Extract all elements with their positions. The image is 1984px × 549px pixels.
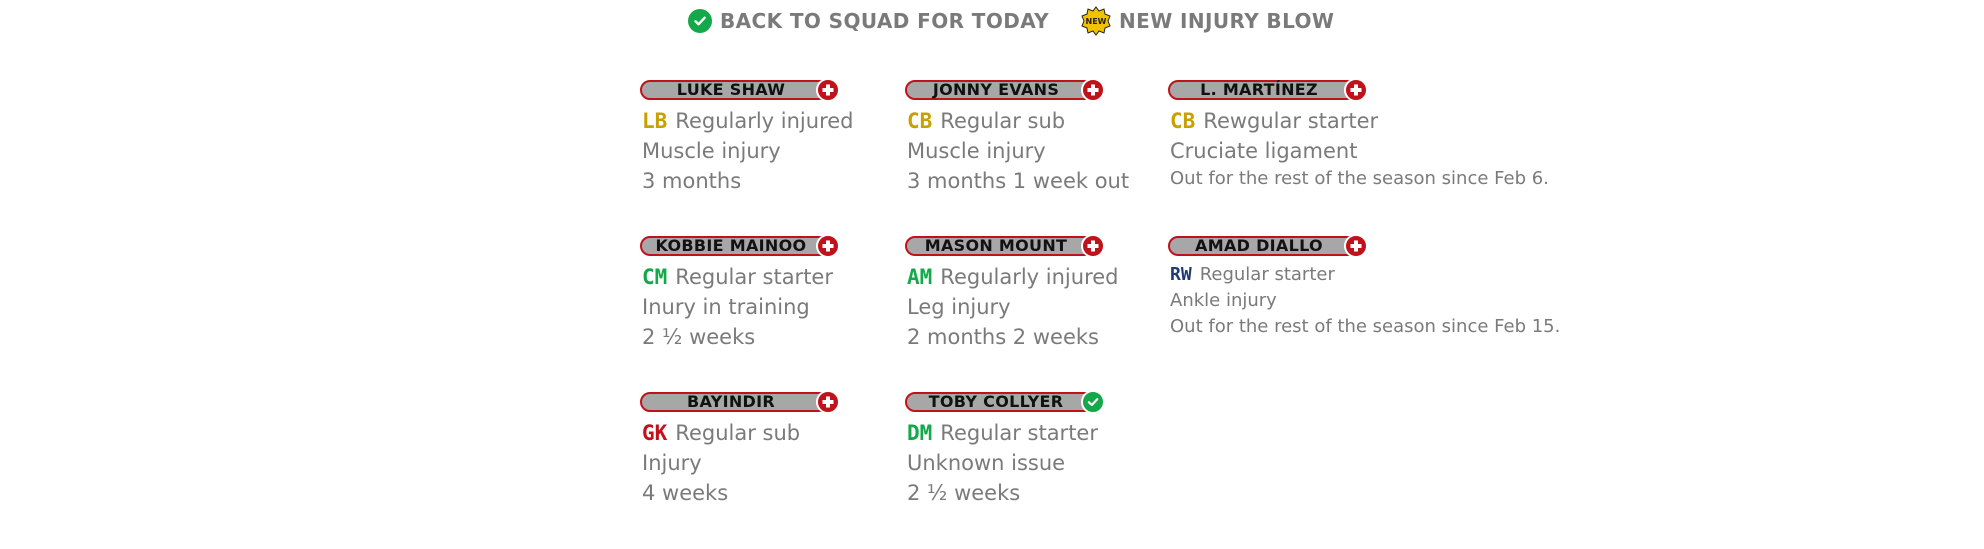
player-details: RW Regular starter Ankle injury Out for the… bbox=[1168, 262, 1561, 340]
player-duration: 2 ½ weeks bbox=[642, 325, 756, 349]
player-role: Regularly injured bbox=[675, 109, 854, 133]
player-injury: Cruciate ligament bbox=[1170, 139, 1358, 163]
player-name-pill: L. MARTÍNEZ bbox=[1168, 78, 1368, 102]
player-details: DM Regular starter Unknown issue 2 ½ weeks bbox=[905, 418, 1165, 508]
plus-icon bbox=[816, 78, 840, 102]
player-duration: 2 ½ weeks bbox=[907, 481, 1021, 505]
player-name-pill: TOBY COLLYER bbox=[905, 390, 1105, 414]
legend-new-injury: NEW NEW INJURY BLOW bbox=[1081, 6, 1334, 36]
player-name: L. MARTÍNEZ bbox=[1200, 80, 1318, 99]
player-duration: 3 months 1 week out bbox=[907, 169, 1130, 193]
plus-icon bbox=[1344, 234, 1368, 258]
plus-icon bbox=[816, 234, 840, 258]
legend-new-label: NEW INJURY BLOW bbox=[1119, 9, 1335, 33]
player-role-line: LB Regularly injured bbox=[642, 106, 900, 136]
plus-icon bbox=[816, 390, 840, 414]
player-role: Regularly injured bbox=[940, 265, 1119, 289]
player-role-line: RW Regular starter bbox=[1170, 262, 1428, 288]
plus-icon bbox=[1344, 78, 1368, 102]
legend: BACK TO SQUAD FOR TODAY NEW NEW INJURY B… bbox=[0, 0, 1984, 44]
player-details: AM Regularly injured Leg injury 2 months 2 … bbox=[905, 262, 1165, 352]
player-card: TOBY COLLYER DM Regular starter Unknown iss… bbox=[905, 390, 1165, 508]
player-injury: Injury bbox=[642, 451, 702, 475]
player-card: LUKE SHAW LB Regularly injured Muscle injur… bbox=[640, 78, 900, 196]
new-badge-text: NEW bbox=[1086, 17, 1107, 26]
player-position: AM bbox=[907, 265, 933, 289]
player-position: GK bbox=[642, 421, 668, 445]
player-injury: Muscle injury bbox=[907, 139, 1046, 163]
player-details: CB Rewgular starter Cruciate ligament Out f… bbox=[1168, 106, 1549, 192]
player-position: DM bbox=[907, 421, 933, 445]
player-name-pill: KOBBIE MAINOO bbox=[640, 234, 840, 258]
player-card: KOBBIE MAINOO CM Regular starter Inury in t… bbox=[640, 234, 900, 352]
legend-back-label: BACK TO SQUAD FOR TODAY bbox=[720, 9, 1050, 33]
player-name: KOBBIE MAINOO bbox=[655, 236, 807, 255]
player-injury: Leg injury bbox=[907, 295, 1011, 319]
player-details: GK Regular sub Injury 4 weeks bbox=[640, 418, 900, 508]
player-role: Regular starter bbox=[940, 421, 1098, 445]
player-card: AMAD DIALLO RW Regular starter Ankle injury… bbox=[1168, 234, 1561, 340]
player-card: JONNY EVANS CB Regular sub Muscle injury 3 m… bbox=[905, 78, 1165, 196]
player-name-pill: BAYINDIR bbox=[640, 390, 840, 414]
player-duration: 4 weeks bbox=[642, 481, 729, 505]
check-circle-icon bbox=[688, 9, 712, 33]
check-icon bbox=[1081, 390, 1105, 414]
player-name-pill: LUKE SHAW bbox=[640, 78, 840, 102]
player-role-line: CB Regular sub bbox=[907, 106, 1165, 136]
player-duration: 3 months bbox=[642, 169, 742, 193]
player-name-pill: AMAD DIALLO bbox=[1168, 234, 1368, 258]
player-position: CB bbox=[1170, 109, 1196, 133]
new-badge-icon: NEW bbox=[1081, 6, 1111, 36]
player-details: LB Regularly injured Muscle injury 3 months bbox=[640, 106, 900, 196]
player-role: Regular sub bbox=[675, 421, 801, 445]
player-injury: Muscle injury bbox=[642, 139, 781, 163]
player-card: MASON MOUNT AM Regularly injured Leg injury… bbox=[905, 234, 1165, 352]
player-name-pill: JONNY EVANS bbox=[905, 78, 1105, 102]
player-role: Regular starter bbox=[1199, 264, 1335, 285]
player-name: AMAD DIALLO bbox=[1195, 236, 1323, 255]
player-role: Rewgular starter bbox=[1203, 109, 1379, 133]
player-role-line: DM Regular starter bbox=[907, 418, 1165, 448]
player-role-line: AM Regularly injured bbox=[907, 262, 1165, 292]
player-role: Regular sub bbox=[940, 109, 1066, 133]
player-position: RW bbox=[1170, 264, 1192, 285]
player-name: MASON MOUNT bbox=[924, 236, 1068, 255]
player-duration: Out for the rest of the season since Feb… bbox=[1170, 168, 1549, 189]
player-details: CB Regular sub Muscle injury 3 months 1 wee… bbox=[905, 106, 1165, 196]
player-name: BAYINDIR bbox=[687, 392, 775, 411]
player-injury: Ankle injury bbox=[1170, 290, 1277, 311]
player-position: LB bbox=[642, 109, 668, 133]
player-details: CM Regular starter Inury in training 2 ½ we… bbox=[640, 262, 900, 352]
plus-icon bbox=[1081, 78, 1105, 102]
player-name: TOBY COLLYER bbox=[928, 392, 1064, 411]
player-injury: Inury in training bbox=[642, 295, 810, 319]
player-role: Regular starter bbox=[675, 265, 833, 289]
player-duration: Out for the rest of the season since Feb… bbox=[1170, 316, 1561, 337]
player-injury: Unknown issue bbox=[907, 451, 1066, 475]
legend-back-to-squad: BACK TO SQUAD FOR TODAY bbox=[688, 6, 1049, 36]
player-position: CM bbox=[642, 265, 668, 289]
player-role-line: CM Regular starter bbox=[642, 262, 900, 292]
plus-icon bbox=[1081, 234, 1105, 258]
player-duration: 2 months 2 weeks bbox=[907, 325, 1099, 349]
player-card: L. MARTÍNEZ CB Rewgular starter Cruciate li… bbox=[1168, 78, 1549, 192]
player-name: JONNY EVANS bbox=[932, 80, 1060, 99]
player-role-line: GK Regular sub bbox=[642, 418, 900, 448]
player-name-pill: MASON MOUNT bbox=[905, 234, 1105, 258]
player-position: CB bbox=[907, 109, 933, 133]
player-name: LUKE SHAW bbox=[676, 80, 786, 99]
player-card: BAYINDIR GK Regular sub Injury 4 weeks bbox=[640, 390, 900, 508]
player-role-line: CB Rewgular starter bbox=[1170, 106, 1428, 136]
